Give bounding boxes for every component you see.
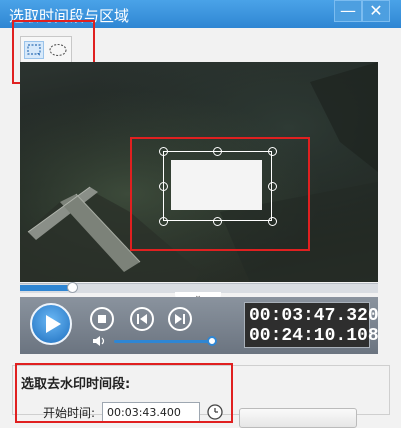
stop-button[interactable] — [90, 307, 114, 331]
time-action-button[interactable] — [239, 408, 357, 428]
previous-frame-icon — [137, 314, 147, 324]
watermark-time-section: 选取去水印时间段: 开始时间: — [12, 363, 390, 428]
play-icon — [46, 315, 61, 333]
current-time: 00:03:47.320 — [249, 306, 379, 326]
volume-knob[interactable] — [206, 336, 217, 346]
next-frame-icon — [175, 314, 185, 324]
previous-frame-button[interactable] — [130, 307, 154, 331]
total-time: 00:24:10.108 — [249, 326, 379, 346]
player-controls: 00:03:47.320 00:24:10.108 — [20, 297, 379, 354]
volume-slider[interactable] — [114, 336, 217, 346]
minimize-icon: — — [340, 1, 356, 20]
progress-fill — [20, 285, 72, 291]
selection-highlight — [130, 137, 310, 251]
close-icon: ✕ — [369, 1, 383, 20]
next-frame-button[interactable] — [168, 307, 192, 331]
stop-icon — [98, 315, 106, 323]
minimize-button[interactable]: — — [334, 0, 362, 22]
progress-knob[interactable] — [66, 282, 78, 293]
play-button[interactable] — [30, 303, 72, 345]
section-highlight — [15, 363, 233, 423]
time-display: 00:03:47.320 00:24:10.108 — [244, 302, 379, 348]
volume-icon[interactable] — [92, 335, 108, 347]
close-button[interactable]: ✕ — [362, 0, 390, 22]
video-preview[interactable] — [20, 62, 378, 282]
